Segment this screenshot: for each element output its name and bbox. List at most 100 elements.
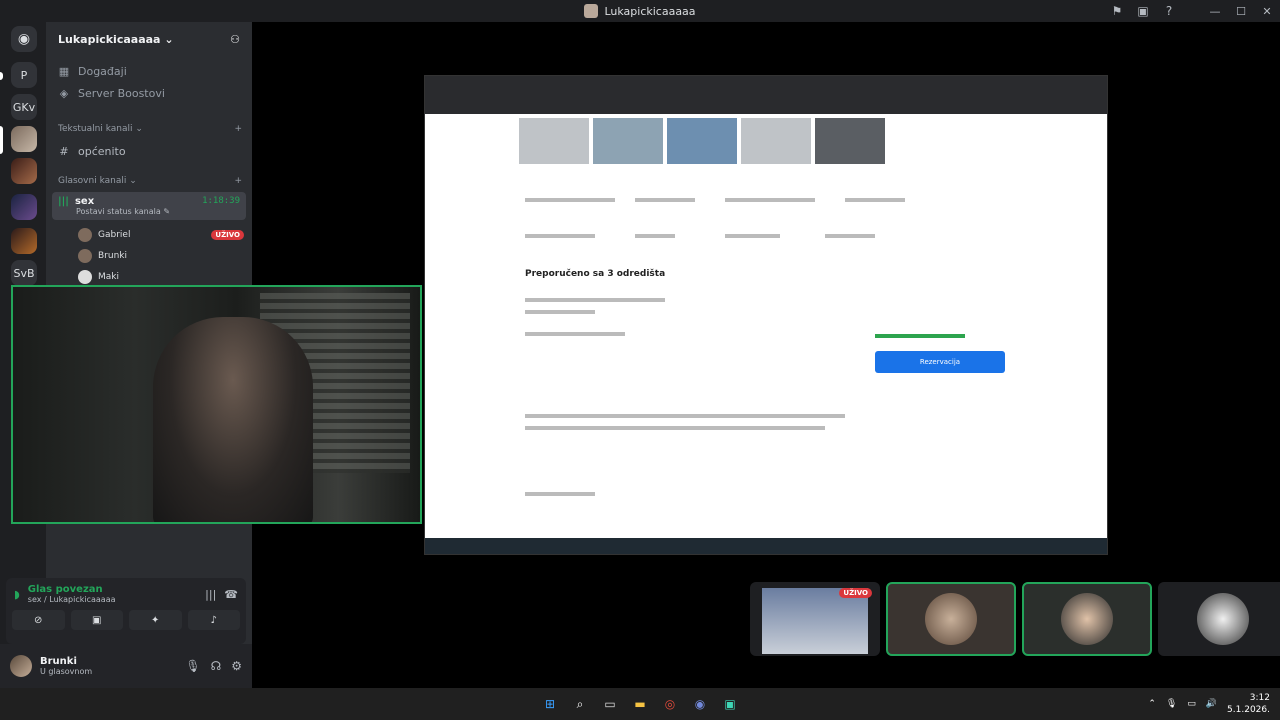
voice-member[interactable]: Brunki — [46, 245, 252, 266]
file-explorer-icon[interactable]: ▬ — [630, 694, 650, 714]
participant-screen-tile[interactable]: UŽIVO — [750, 582, 880, 656]
text-category[interactable]: Tekstualni kanali ⌄ + — [46, 118, 252, 140]
settings-gear-icon[interactable]: ⚙ — [231, 659, 242, 673]
webcam-person — [153, 317, 313, 522]
image-gallery — [519, 118, 885, 164]
avatar — [1061, 593, 1113, 645]
voice-category[interactable]: Glasovni kanali ⌄ + — [46, 170, 252, 192]
price-badge — [875, 334, 965, 338]
noise-suppression-icon[interactable]: ||| — [205, 588, 216, 601]
user-name: Brunki — [40, 656, 77, 667]
voice-status: Glas povezan — [27, 584, 103, 595]
blurred-text — [725, 234, 780, 238]
add-voice-channel-icon[interactable]: + — [234, 176, 242, 186]
reserve-button[interactable]: Rezervacija — [875, 351, 1005, 373]
channel-general[interactable]: # općenito — [46, 140, 252, 162]
task-view-icon[interactable]: ▭ — [600, 694, 620, 714]
chrome-icon[interactable]: ◎ — [660, 694, 680, 714]
pencil-icon: ✎ — [163, 207, 171, 216]
participant-tile[interactable] — [1158, 582, 1280, 656]
blurred-text — [845, 198, 905, 202]
live-badge: UŽIVO — [211, 229, 244, 240]
discord-icon[interactable]: ◉ — [690, 694, 710, 714]
participant-tile[interactable] — [1022, 582, 1152, 656]
blurred-text — [525, 332, 625, 336]
chevron-up-icon[interactable]: ⌃ — [1148, 699, 1156, 709]
remote-taskbar — [425, 538, 1107, 554]
server-gkv[interactable]: GKv — [11, 94, 37, 120]
invite-icon[interactable]: ⚇ — [230, 33, 240, 46]
server-avatar-2[interactable] — [11, 158, 37, 184]
windows-taskbar: ⊞ ⌕ ▭ ▬ ◎ ◉ ▣ ⌃ 🎙 ▭ 🔊 3:12 5.1.2026. — [0, 688, 1280, 720]
live-badge: UŽIVO — [839, 588, 872, 598]
blurred-text — [825, 234, 875, 238]
boost-icon: ◈ — [59, 86, 69, 100]
display-icon[interactable]: ▭ — [1187, 699, 1196, 709]
participant-tile[interactable] — [886, 582, 1016, 656]
user-panel: Brunki U glasovnom 🎙 ☊ ⚙ — [0, 644, 252, 688]
screen-share-stream[interactable]: Preporučeno sa 3 odredišta Rezervacija — [424, 75, 1108, 555]
server-label: P — [20, 68, 28, 82]
headphones-icon[interactable]: ☊ — [211, 659, 222, 673]
gallery-image — [741, 118, 811, 164]
voice-member[interactable]: Maki — [46, 266, 252, 287]
close-button[interactable]: ✕ — [1254, 5, 1280, 18]
voice-member[interactable]: Gabriel UŽIVO — [46, 224, 252, 245]
server-svb[interactable]: SvB — [11, 260, 37, 286]
server-avatar-1[interactable] — [11, 126, 37, 152]
help-icon[interactable]: ? — [1156, 4, 1182, 18]
server-label: SvB — [13, 266, 35, 280]
signal-icon: ◗ — [14, 587, 20, 601]
disconnect-icon[interactable]: ☎ — [224, 588, 238, 601]
voice-channel-sex[interactable]: ||| sex 1:18:39 Postavi status kanala ✎ — [52, 192, 246, 220]
blurred-text — [525, 310, 595, 314]
channel-label: općenito — [78, 144, 126, 158]
start-icon[interactable]: ⊞ — [540, 694, 560, 714]
maximize-button[interactable]: ☐ — [1228, 5, 1254, 18]
voice-category-label: Glasovni kanali — [58, 176, 127, 186]
soundboard-button[interactable]: ♪ — [187, 610, 240, 630]
add-channel-icon[interactable]: + — [234, 124, 242, 134]
avatar — [78, 269, 92, 284]
blurred-text — [525, 492, 595, 496]
set-status-link[interactable]: Postavi status kanala — [76, 207, 161, 216]
active-server-pill — [0, 126, 3, 154]
camera-off-button[interactable]: ⊘ — [12, 610, 65, 630]
volume-icon[interactable]: 🔊 — [1206, 699, 1217, 709]
clock-date: 5.1.2026. — [1227, 705, 1270, 715]
participant-strip: UŽIVO — [750, 582, 1280, 656]
member-name: Brunki — [98, 250, 127, 261]
clock[interactable]: 3:12 5.1.2026. — [1227, 692, 1270, 716]
gallery-image — [593, 118, 663, 164]
hashtag-icon: # — [59, 144, 69, 158]
server-label: GKv — [12, 100, 36, 114]
inbox-icon[interactable]: ⚑ — [1104, 4, 1130, 18]
blurred-text — [525, 414, 845, 418]
microphone-icon[interactable]: 🎙 — [185, 659, 200, 673]
guild-header[interactable]: Lukapickicaaaaa ⌄ ⚇ — [46, 22, 252, 56]
discord-home-icon[interactable]: ◉ — [11, 26, 37, 52]
server-avatar-3[interactable] — [11, 228, 37, 254]
voice-location: sex / Lukapickicaaaaa — [27, 595, 116, 604]
server-p[interactable]: P — [11, 62, 37, 88]
avatar — [78, 248, 92, 263]
share-screen-button[interactable]: ▣ — [70, 610, 123, 630]
events-label: Događaji — [78, 64, 127, 78]
boosts-item[interactable]: ◈ Server Boostovi — [46, 82, 252, 104]
search-icon[interactable]: ⌕ — [570, 694, 590, 714]
window-title-text: Lukapickicaaaaa — [604, 4, 696, 18]
activities-button[interactable]: ✦ — [129, 610, 182, 630]
app-icon[interactable]: ▣ — [720, 694, 740, 714]
mic-tray-icon[interactable]: 🎙 — [1166, 699, 1177, 709]
camera-stream-overlay[interactable] — [11, 285, 422, 524]
guild-name: Lukapickicaaaaa — [58, 32, 161, 46]
screen-share-icon[interactable]: ▣ — [1130, 4, 1156, 18]
recommended-heading: Preporučeno sa 3 odredišta — [525, 269, 666, 279]
avatar[interactable] — [10, 655, 32, 677]
blurred-text — [525, 198, 615, 202]
avatar — [1197, 593, 1249, 645]
blurred-text — [635, 198, 695, 202]
events-item[interactable]: ▦ Događaji — [46, 60, 252, 82]
server-folder[interactable] — [11, 194, 37, 220]
minimize-button[interactable]: — — [1202, 5, 1228, 18]
